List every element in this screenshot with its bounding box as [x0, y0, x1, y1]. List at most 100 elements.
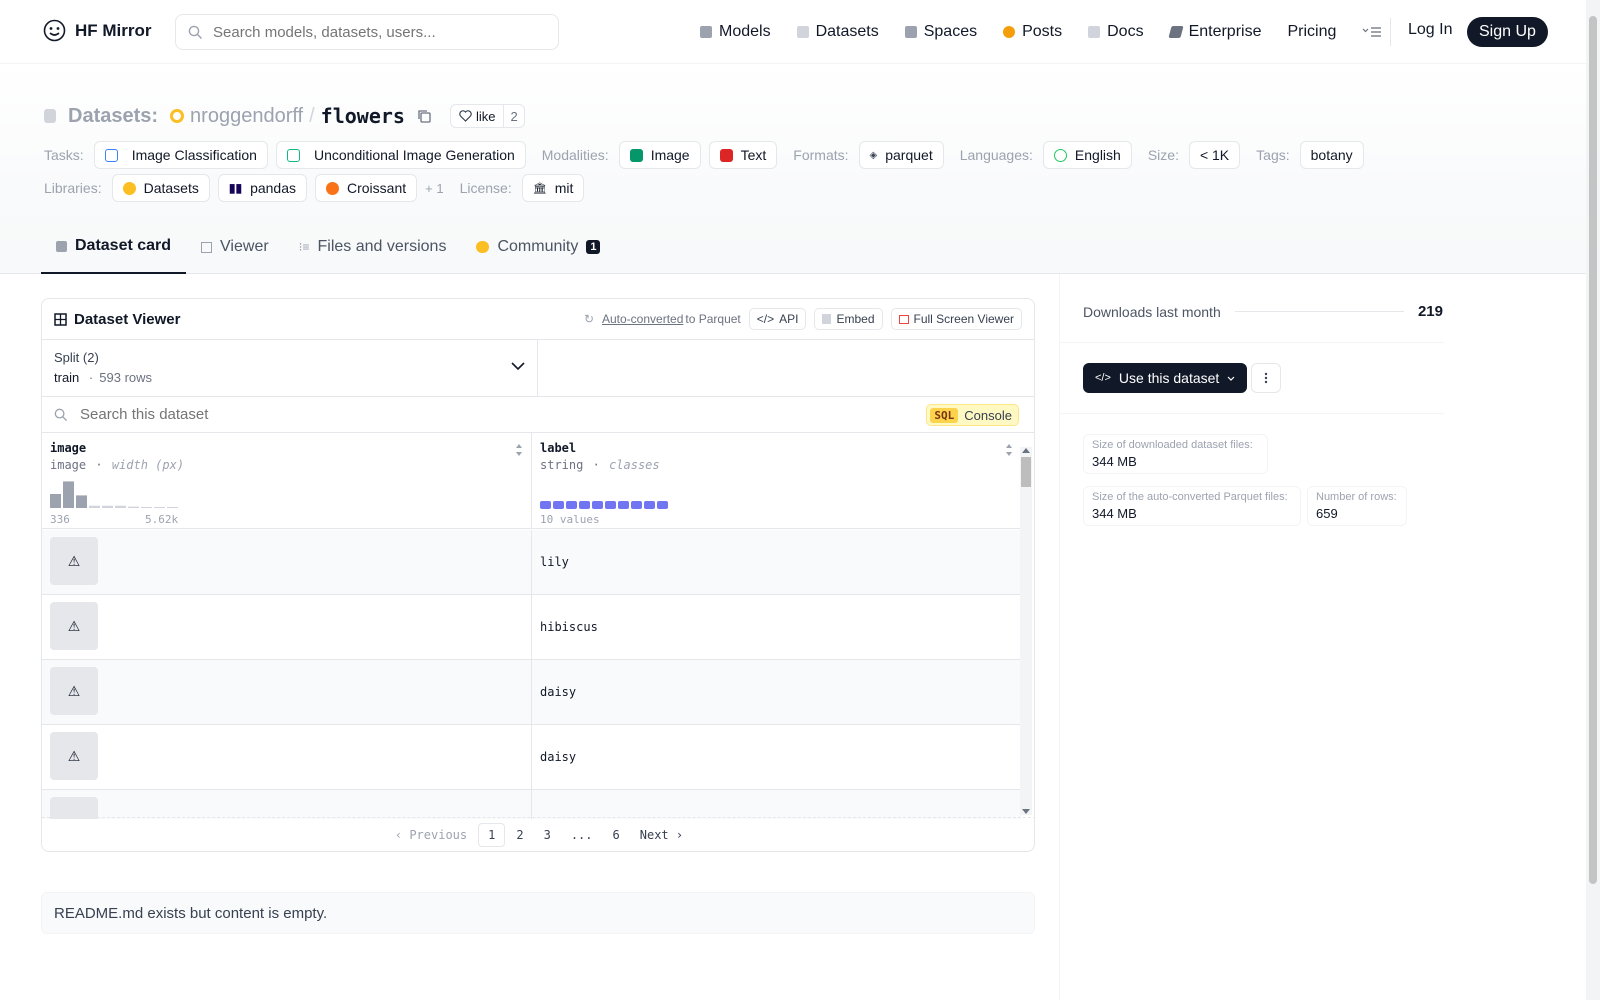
class-segment[interactable]: [644, 501, 655, 509]
nav-posts[interactable]: Posts: [1003, 23, 1062, 41]
tag-modality-image[interactable]: Image: [618, 141, 701, 169]
class-segment[interactable]: [592, 501, 603, 509]
tag-format-parquet[interactable]: ◈ parquet: [858, 141, 944, 169]
sort-icon[interactable]: [515, 443, 523, 457]
histogram-bar[interactable]: [167, 507, 178, 508]
page-button-2[interactable]: 2: [507, 824, 532, 846]
tag-botany[interactable]: botany: [1299, 141, 1364, 169]
class-segment[interactable]: [657, 501, 668, 509]
column-header-label[interactable]: label string · classes 10 values: [532, 433, 1021, 529]
split-selector[interactable]: Split (2) train · 593 rows: [42, 340, 538, 396]
warning-icon: ⚠: [67, 617, 81, 634]
image-generation-icon: [286, 148, 300, 162]
next-page-button[interactable]: Next ›: [631, 824, 692, 846]
tag-size[interactable]: < 1K: [1188, 141, 1241, 169]
class-segment[interactable]: [553, 501, 564, 509]
image-placeholder[interactable]: ⚠: [50, 667, 98, 715]
split-sep: ·: [88, 370, 94, 385]
tag-library-datasets[interactable]: Datasets: [111, 174, 210, 202]
owner-link[interactable]: nroggendorff: [190, 105, 303, 128]
sort-icon[interactable]: [1005, 443, 1013, 457]
nav-enterprise[interactable]: Enterprise: [1167, 23, 1261, 41]
tab-dataset-card[interactable]: Dataset card: [41, 220, 187, 274]
tag-unconditional-image-generation[interactable]: Unconditional Image Generation: [275, 141, 526, 169]
tab-viewer[interactable]: Viewer: [186, 220, 284, 274]
class-segment[interactable]: [579, 501, 590, 509]
class-segment[interactable]: [618, 501, 629, 509]
nav-pricing-label: Pricing: [1287, 23, 1337, 40]
page-button-3[interactable]: 3: [535, 824, 560, 846]
api-button[interactable]: </> API: [748, 308, 807, 330]
fullscreen-viewer-button[interactable]: Full Screen Viewer: [890, 308, 1022, 330]
tag-modality-text[interactable]: Text: [708, 141, 778, 169]
page-scrollbar[interactable]: [1586, 0, 1600, 1000]
class-segment[interactable]: [605, 501, 616, 509]
image-placeholder[interactable]: ⚠: [50, 537, 98, 585]
tag-language-english[interactable]: English: [1042, 141, 1132, 169]
histogram-bar[interactable]: [141, 507, 152, 508]
histogram-bar[interactable]: [76, 495, 87, 508]
models-icon: [700, 26, 712, 38]
global-search-input[interactable]: [213, 23, 543, 41]
table-row[interactable]: [42, 790, 1021, 819]
dataset-search-input[interactable]: [80, 406, 680, 423]
histogram-bar[interactable]: [89, 505, 100, 508]
nav-links: Models Datasets Spaces Posts Docs Enterp…: [700, 0, 1382, 64]
tab-community[interactable]: Community 1: [461, 220, 615, 274]
width-histogram[interactable]: [50, 478, 190, 508]
sql-console-button[interactable]: SQL Console: [926, 404, 1019, 426]
nav-spaces[interactable]: Spaces: [904, 23, 977, 41]
login-link[interactable]: Log In: [1408, 21, 1452, 39]
embed-icon: [822, 314, 832, 324]
global-search-box[interactable]: [175, 14, 559, 50]
nav-docs[interactable]: Docs: [1088, 23, 1144, 41]
histogram-bar[interactable]: [154, 507, 165, 508]
auto-converted-link[interactable]: Auto-converted: [602, 312, 683, 326]
page-scrollbar-thumb[interactable]: [1589, 16, 1597, 884]
nav-more-menu[interactable]: [1362, 25, 1382, 39]
nav-models[interactable]: Models: [700, 23, 771, 41]
histogram-bar[interactable]: [50, 494, 61, 508]
page-button-6[interactable]: 6: [604, 824, 629, 846]
histogram-bar[interactable]: [128, 506, 139, 508]
brand-logo-link[interactable]: HF Mirror: [42, 18, 152, 43]
nav-pricing[interactable]: Pricing: [1287, 23, 1336, 41]
nav-datasets[interactable]: Datasets: [796, 23, 879, 41]
class-segment[interactable]: [631, 501, 642, 509]
tag-license-mit[interactable]: 🏛 mit: [521, 174, 585, 202]
libraries-more-link[interactable]: + 1: [425, 181, 443, 196]
histogram-bar[interactable]: [115, 505, 126, 508]
tag-library-pandas[interactable]: ▮▮ pandas: [217, 174, 307, 202]
library-label: Croissant: [347, 180, 407, 196]
nav-models-label: Models: [719, 23, 771, 40]
histogram-bar[interactable]: [63, 481, 74, 508]
stat-label: Size of downloaded dataset files:: [1092, 439, 1253, 451]
tag-library-croissant[interactable]: Croissant: [315, 174, 418, 202]
histogram-bar[interactable]: [102, 505, 113, 508]
tab-files[interactable]: ⁝≡ Files and versions: [284, 220, 462, 274]
table-row[interactable]: ⚠ hibiscus: [42, 595, 1021, 660]
image-placeholder[interactable]: ⚠: [50, 732, 98, 780]
table-row[interactable]: ⚠ lily: [42, 530, 1021, 595]
more-options-button[interactable]: [1251, 363, 1281, 393]
image-placeholder[interactable]: [50, 797, 98, 819]
image-placeholder[interactable]: ⚠: [50, 602, 98, 650]
class-segment[interactable]: [540, 501, 551, 509]
class-distribution-bar[interactable]: [540, 501, 668, 509]
like-button[interactable]: like 2: [449, 104, 525, 128]
dataset-name-link[interactable]: flowers: [321, 104, 405, 128]
table-scrollbar[interactable]: [1020, 447, 1032, 815]
table-row[interactable]: ⚠ daisy: [42, 725, 1021, 790]
class-segment[interactable]: [566, 501, 577, 509]
license-label: License:: [459, 180, 512, 196]
column-header-image[interactable]: image image · width (px) 336 5.62k: [42, 433, 532, 529]
tag-image-classification[interactable]: Image Classification: [93, 141, 268, 169]
previous-page-button[interactable]: ‹ Previous: [386, 824, 476, 846]
use-this-dataset-button[interactable]: </> Use this dataset: [1083, 363, 1248, 393]
table-row[interactable]: ⚠ daisy: [42, 660, 1021, 725]
copy-icon[interactable]: [417, 109, 432, 124]
signup-button[interactable]: Sign Up: [1467, 17, 1548, 47]
enterprise-icon: [1167, 26, 1184, 38]
page-button-1[interactable]: 1: [478, 822, 506, 847]
embed-button[interactable]: Embed: [814, 308, 883, 330]
